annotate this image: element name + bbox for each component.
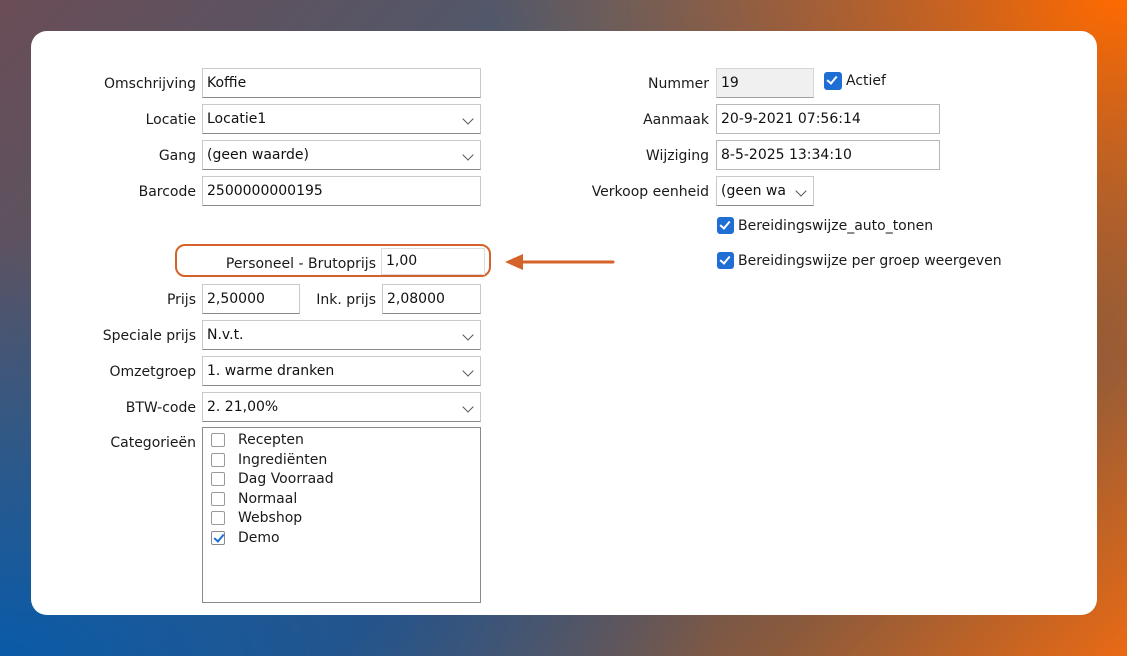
actief-checkbox[interactable]	[824, 72, 842, 90]
aanmaak-input: 20-9-2021 07:56:14	[716, 104, 940, 134]
wijziging-input: 8-5-2025 13:34:10	[716, 140, 940, 170]
gang-value: (geen waarde)	[207, 147, 309, 163]
list-item-label: Demo	[238, 530, 280, 546]
omschrijving-input[interactable]: Koffie	[202, 68, 481, 98]
omzetgroep-label: Omzetgroep	[109, 364, 196, 380]
wijziging-label: Wijziging	[645, 148, 709, 164]
gang-label: Gang	[158, 148, 196, 164]
normaal-checkbox[interactable]	[211, 492, 225, 506]
ink-prijs-input[interactable]: 2,08000	[382, 284, 481, 314]
omschrijving-label: Omschrijving	[104, 76, 196, 92]
btw-code-value: 2. 21,00%	[207, 399, 279, 415]
locatie-select[interactable]: Locatie1	[202, 104, 481, 134]
prijs-input[interactable]: 2,50000	[202, 284, 300, 314]
categorieen-list[interactable]: Recepten Ingrediënten Dag Voorraad Norma…	[202, 427, 481, 603]
locatie-label: Locatie	[145, 112, 196, 128]
list-item-label: Recepten	[238, 432, 304, 448]
chevron-down-icon	[462, 365, 474, 377]
btw-code-select[interactable]: 2. 21,00%	[202, 392, 481, 422]
barcode-label: Barcode	[138, 184, 196, 200]
bereidingswijze-auto-tonen-checkbox[interactable]	[717, 217, 734, 234]
omzetgroep-select[interactable]: 1. warme dranken	[202, 356, 481, 386]
chevron-down-icon	[462, 113, 474, 125]
verkoop-eenheid-label: Verkoop eenheid	[591, 184, 709, 200]
barcode-input[interactable]: 2500000000195	[202, 176, 481, 206]
actief-label: Actief	[846, 73, 886, 89]
webshop-checkbox[interactable]	[211, 511, 225, 525]
speciale-prijs-value: N.v.t.	[207, 327, 244, 343]
chevron-down-icon	[795, 185, 807, 197]
nummer-input: 19	[716, 68, 814, 98]
personeel-brutoprijs-label: Personeel - Brutoprijs	[225, 256, 376, 272]
list-item-label: Dag Voorraad	[238, 471, 334, 487]
speciale-prijs-select[interactable]: N.v.t.	[202, 320, 481, 350]
chevron-down-icon	[462, 401, 474, 413]
btw-code-label: BTW-code	[125, 400, 196, 416]
gang-select[interactable]: (geen waarde)	[202, 140, 481, 170]
ingredienten-checkbox[interactable]	[211, 453, 225, 467]
categorieen-label: Categorieën	[110, 435, 196, 451]
prijs-label: Prijs	[166, 292, 196, 308]
chevron-down-icon	[462, 149, 474, 161]
demo-checkbox[interactable]	[211, 531, 225, 545]
bereidingswijze-per-groep-checkbox[interactable]	[717, 252, 734, 269]
chevron-down-icon	[462, 329, 474, 341]
omzetgroep-value: 1. warme dranken	[207, 363, 335, 379]
arrow-left-icon	[505, 254, 615, 270]
dag-voorraad-checkbox[interactable]	[211, 472, 225, 486]
verkoop-eenheid-select[interactable]: (geen wa	[716, 176, 814, 206]
nummer-label: Nummer	[648, 76, 709, 92]
product-form-panel: Omschrijving Koffie Locatie Locatie1 Gan…	[31, 31, 1097, 615]
list-item-label: Normaal	[238, 491, 298, 507]
verkoop-eenheid-value: (geen wa	[721, 183, 786, 199]
list-item-label: Webshop	[238, 510, 303, 526]
list-item-label: Ingrediënten	[238, 452, 328, 468]
bereidingswijze-per-groep-label: Bereidingswijze per groep weergeven	[738, 253, 1002, 269]
bereidingswijze-auto-tonen-label: Bereidingswijze_auto_tonen	[738, 218, 934, 234]
personeel-brutoprijs-input[interactable]: 1,00	[381, 248, 485, 275]
locatie-value: Locatie1	[207, 111, 267, 127]
recepten-checkbox[interactable]	[211, 433, 225, 447]
speciale-prijs-label: Speciale prijs	[102, 328, 196, 344]
ink-prijs-label: Ink. prijs	[316, 292, 376, 308]
aanmaak-label: Aanmaak	[643, 112, 709, 128]
